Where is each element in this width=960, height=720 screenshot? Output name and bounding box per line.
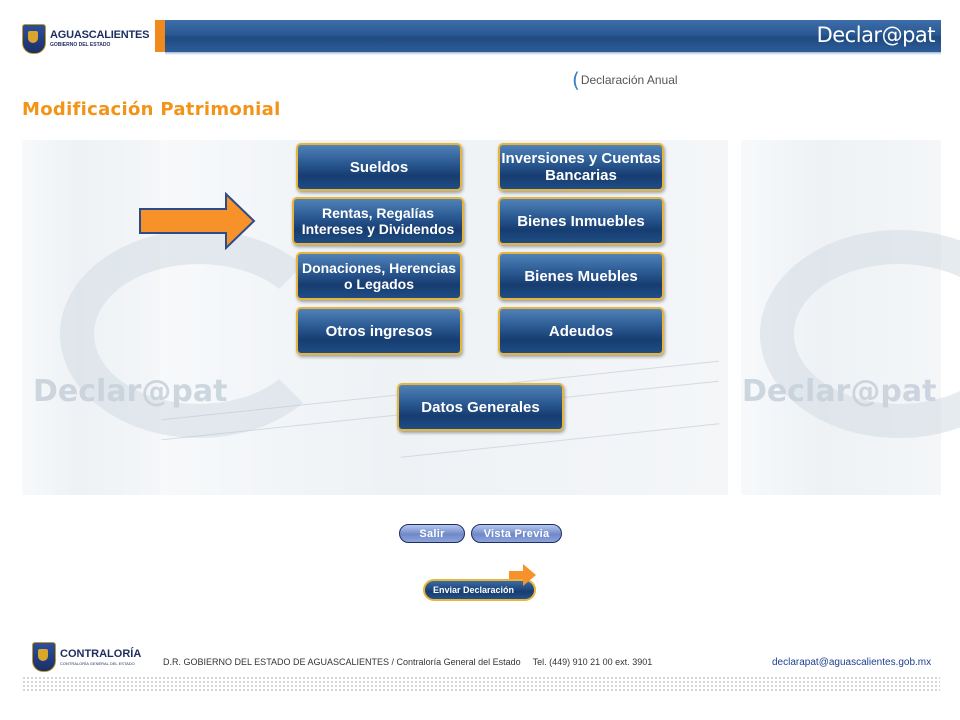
datos-generales-button[interactable]: Datos Generales [397,383,564,431]
page-title: Modificación Patrimonial [22,99,281,120]
otros-ingresos-button[interactable]: Otros ingresos [296,307,462,355]
coat-of-arms-icon [22,24,46,54]
rentas-button[interactable]: Rentas, Regalías Intereses y Dividendos [292,197,464,245]
footer-email-link[interactable]: declarapat@aguascalientes.gob.mx [772,657,931,668]
footer-info: D.R. GOBIERNO DEL ESTADO DE AGUASCALIENT… [163,657,652,667]
sueldos-button[interactable]: Sueldos [296,143,462,191]
inversiones-button[interactable]: Inversiones y Cuentas Bancarias [498,143,664,191]
footer-logo-title: CONTRALORÍA [60,647,142,660]
subtitle-bracket-icon: ( [572,68,580,92]
watermark-left: Declar@pat [33,374,228,409]
send-arrow-icon [509,564,536,586]
logo-title: AGUASCALIENTES [50,29,150,41]
contraloria-logo[interactable]: CONTRALORÍA CONTRALORÍA GENERAL DEL ESTA… [32,642,141,672]
aguascalientes-logo[interactable]: AGUASCALIENTES GOBIERNO DEL ESTADO [22,20,154,58]
pointer-arrow-icon [139,192,256,250]
bienes-muebles-button[interactable]: Bienes Muebles [498,252,664,300]
brand-name: Declar@pat [816,23,936,47]
vista-previa-button[interactable]: Vista Previa [471,524,562,543]
bienes-inmuebles-button[interactable]: Bienes Inmuebles [498,197,664,245]
footer-dotted-divider [22,676,940,692]
logo-subtitle: GOBIERNO DEL ESTADO [50,42,111,48]
section-subtitle: ( Declaración Anual [572,70,678,90]
watermark-right: Declar@pat [742,374,937,409]
footer: CONTRALORÍA CONTRALORÍA GENERAL DEL ESTA… [0,636,960,720]
salir-button[interactable]: Salir [399,524,465,543]
header-orange-tab [155,20,165,52]
header: AGUASCALIENTES GOBIERNO DEL ESTADO Decla… [0,0,960,62]
footer-logo-subtitle: CONTRALORÍA GENERAL DEL ESTADO [60,660,135,666]
header-shadow [165,52,941,55]
adeudos-button[interactable]: Adeudos [498,307,664,355]
subtitle-text: Declaración Anual [580,73,678,87]
coat-of-arms-icon [32,642,56,672]
footer-phone: Tel. (449) 910 21 00 ext. 3901 [532,657,653,667]
enviar-declaracion-label: Enviar Declaración [433,585,515,595]
footer-copyright: D.R. GOBIERNO DEL ESTADO DE AGUASCALIENT… [163,657,521,667]
donaciones-button[interactable]: Donaciones, Herencias o Legados [296,252,462,300]
header-bar: Declar@pat [165,20,941,52]
